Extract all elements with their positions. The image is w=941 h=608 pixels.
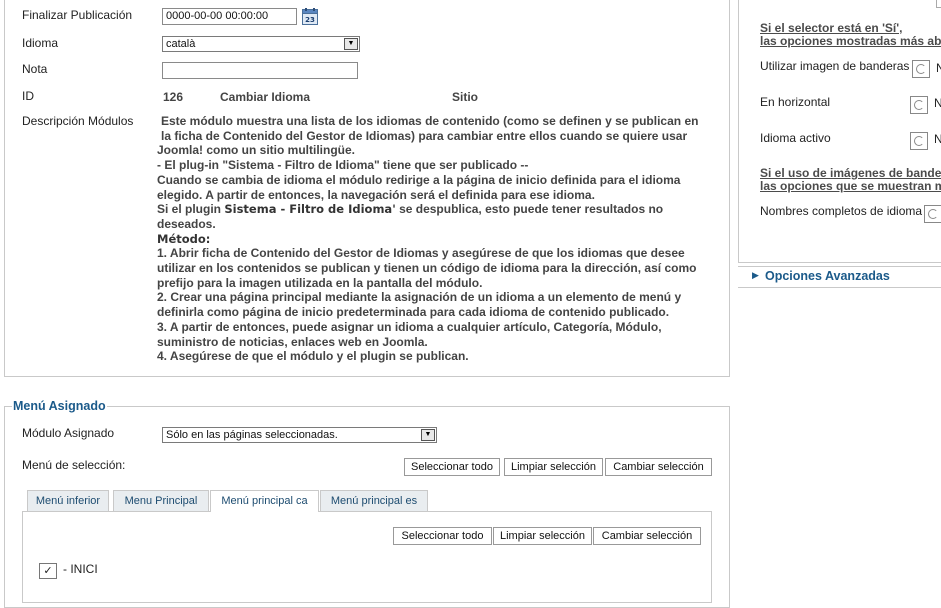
idioma-label: Idioma — [22, 36, 59, 50]
desc-line: utilizar en los contenidos se publican y… — [157, 261, 697, 276]
flag-images-note-line2: las opciones que se muestran m — [760, 179, 941, 193]
horizontal-label: En horizontal — [760, 95, 831, 109]
nota-label: Nota — [22, 62, 48, 76]
horizontal-option-letter: N — [934, 96, 941, 110]
desc-text: se despublica, esto puede tener resultad… — [399, 202, 664, 217]
toggle-selection-button[interactable]: Cambiar selección — [605, 458, 712, 476]
tab-select-all-button[interactable]: Seleccionar todo — [393, 527, 492, 545]
clear-selection-button[interactable]: Limpiar selección — [504, 458, 603, 476]
desc-line: Este módulo muestra una lista de los idi… — [161, 114, 699, 128]
option-box-top — [936, 0, 941, 8]
desc-line: la ficha de Contenido del Gestor de Idio… — [161, 128, 688, 143]
idioma-select-value: català — [166, 38, 196, 50]
desc-line: Joomla! como un sitio multilingüe. — [157, 143, 356, 158]
module-assignment-select[interactable]: Sólo en las páginas seleccionadas. ▼ — [162, 427, 437, 443]
advanced-options-header[interactable]: ▶ Opciones Avanzadas — [738, 266, 941, 288]
tab-menu-inferior[interactable]: Menú inferior — [27, 490, 109, 512]
plugin-name: Sistema - Filtro de Idioma' — [224, 202, 396, 217]
active-language-option-letter: N — [934, 132, 941, 146]
desc-line: Cuando se cambia de idioma el módulo red… — [157, 172, 681, 187]
id-site: Sitio — [452, 90, 478, 104]
idioma-select[interactable]: català ▼ — [162, 36, 360, 52]
radio-icon — [914, 136, 924, 146]
desc-line: - El plug-in "Sistema - Filtro de Idioma… — [157, 158, 529, 173]
finalizar-date-input[interactable]: 0000-00-00 00:00:00 — [162, 8, 297, 25]
radio-icon — [914, 100, 924, 110]
finalizar-label: Finalizar Publicación — [22, 8, 133, 22]
module-assignment-value: Sólo en las páginas seleccionadas. — [166, 429, 338, 441]
method-heading: Método: — [157, 231, 211, 246]
active-language-label: Idioma activo — [760, 131, 831, 145]
tab-menu-principal-es[interactable]: Menú principal es — [320, 490, 428, 512]
chevron-down-icon: ▼ — [421, 429, 435, 441]
full-names-label: Nombres completos de idioma — [760, 204, 923, 218]
tab-clear-selection-button[interactable]: Limpiar selección — [493, 527, 592, 545]
description-label: Descripción Módulos — [22, 114, 134, 128]
tab-content-panel — [22, 511, 712, 603]
flags-note-line2: las opciones mostradas más aba — [760, 34, 941, 48]
tab-active-gap — [211, 511, 318, 512]
tab-menu-principal[interactable]: Menu Principal — [113, 490, 209, 512]
select-all-button[interactable]: Seleccionar todo — [404, 458, 500, 476]
tab-toggle-selection-button[interactable]: Cambiar selección — [593, 527, 701, 545]
id-module-name: Cambiar Idioma — [220, 90, 311, 104]
menu-assignment-legend: Menú Asignado — [12, 399, 107, 413]
advanced-options-title: Opciones Avanzadas — [765, 269, 890, 283]
radio-icon — [928, 209, 938, 219]
use-flags-label: Utilizar imagen de banderas — [760, 59, 910, 73]
nota-input[interactable] — [162, 62, 358, 79]
menu-item-label: - INICI — [63, 562, 98, 576]
id-number: 126 — [163, 90, 184, 104]
desc-line: 1. Abrir ficha de Contenido del Gestor d… — [157, 246, 685, 261]
menu-selection-label: Menú de selección: — [22, 458, 126, 472]
calendar-icon[interactable]: 23 — [302, 8, 318, 25]
desc-text: Si el plugin — [157, 202, 222, 217]
use-flags-option-letter: N — [936, 61, 941, 75]
desc-line: 3. A partir de entonces, puede asignar u… — [157, 319, 662, 334]
use-flags-radio[interactable] — [912, 60, 930, 78]
modulo-asignado-label: Módulo Asignado — [22, 426, 115, 440]
desc-line: suministro de noticias, enlaces web en J… — [157, 334, 428, 349]
desc-line: Si el plugin Sistema - Filtro de Idioma'… — [157, 202, 702, 217]
desc-line: 2. Crear una página principal mediante l… — [157, 290, 682, 305]
radio-icon — [916, 64, 926, 74]
desc-line: 4. Asegúrese de que el módulo y el plugi… — [157, 349, 469, 364]
module-description: Este módulo muestra una lista de los idi… — [157, 114, 702, 364]
active-language-radio[interactable] — [910, 132, 928, 150]
horizontal-radio[interactable] — [910, 96, 928, 114]
desc-line: prefijo para la imagen utilizada en la p… — [157, 275, 483, 290]
desc-line: definirla como página de inicio predeter… — [157, 305, 670, 320]
chevron-down-icon: ▼ — [344, 38, 358, 50]
desc-line: elegido. A partir de entonces, la navega… — [157, 187, 595, 202]
menu-item-checkbox[interactable]: ✓ — [39, 563, 57, 579]
svg-text:23: 23 — [305, 16, 315, 24]
desc-line: deseados. — [157, 216, 216, 231]
id-label: ID — [22, 89, 34, 103]
full-names-radio[interactable] — [924, 205, 941, 223]
tab-menu-principal-ca[interactable]: Menú principal ca — [210, 490, 319, 513]
triangle-right-icon: ▶ — [752, 270, 759, 280]
